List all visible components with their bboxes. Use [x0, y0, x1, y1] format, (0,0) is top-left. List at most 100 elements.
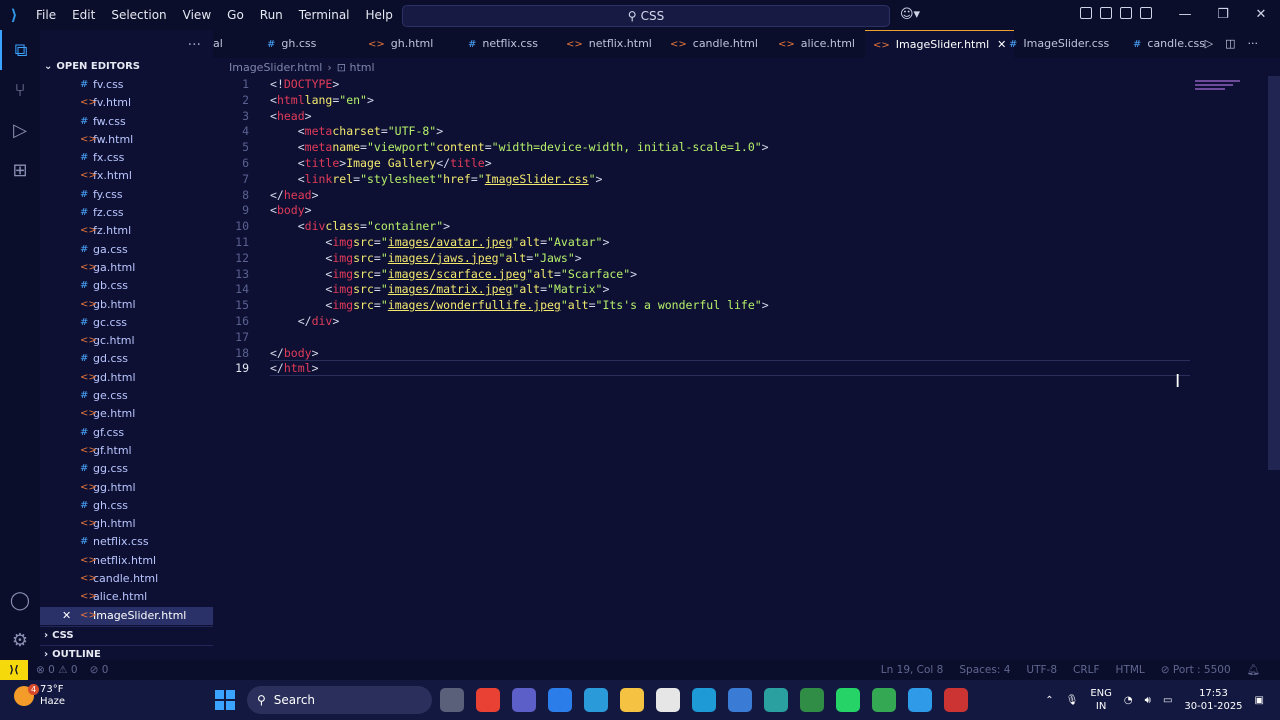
- geeksforgeeks-icon[interactable]: [800, 688, 824, 712]
- teams-icon[interactable]: [512, 688, 536, 712]
- open-editor-item[interactable]: # gg.css: [40, 460, 213, 478]
- open-editor-item[interactable]: <> fx.html: [40, 167, 213, 185]
- clock[interactable]: 17:53 30-01-2025: [1184, 687, 1242, 713]
- more-actions-icon[interactable]: ···: [188, 37, 201, 53]
- menu-item-help[interactable]: Help: [358, 0, 401, 30]
- open-editor-item[interactable]: <> netflix.html: [40, 552, 213, 570]
- task-view-icon[interactable]: [440, 688, 464, 712]
- code-editor[interactable]: 1 <!DOCTYPE> 2 <htmllang="en"> 3 <head> 4 <met…: [213, 76, 1268, 660]
- menu-item-edit[interactable]: Edit: [64, 0, 103, 30]
- remote-indicator-icon[interactable]: ⟩⟨: [0, 660, 28, 680]
- snipping-tool-icon[interactable]: [944, 688, 968, 712]
- open-editor-item[interactable]: # fz.css: [40, 204, 213, 222]
- menu-item-go[interactable]: Go: [219, 0, 252, 30]
- open-editor-item[interactable]: <> gb.html: [40, 296, 213, 314]
- live-server-port[interactable]: ⊘ Port : 5500: [1161, 660, 1231, 680]
- explorer-icon[interactable]: ⧉: [0, 30, 40, 70]
- menu-item-run[interactable]: Run: [252, 0, 291, 30]
- microphone-icon[interactable]: 🎙︎: [1066, 695, 1079, 706]
- editor-scrollbar[interactable]: [1268, 76, 1280, 470]
- wifi-icon[interactable]: ◔: [1124, 695, 1133, 706]
- minimize-icon[interactable]: —: [1166, 0, 1204, 30]
- notepad-icon[interactable]: [656, 688, 680, 712]
- split-editor-icon[interactable]: ◫: [1225, 30, 1235, 58]
- tab-candle-html[interactable]: <> candle.html: [670, 30, 758, 58]
- toggle-primary-sidebar-icon[interactable]: [1100, 7, 1112, 19]
- open-editor-item[interactable]: <> ge.html: [40, 405, 213, 423]
- tab-netflix-html[interactable]: <> netflix.html: [566, 30, 652, 58]
- file-explorer-icon[interactable]: [620, 688, 644, 712]
- whatsapp-icon[interactable]: [836, 688, 860, 712]
- menu-item-selection[interactable]: Selection: [103, 0, 174, 30]
- customize-layout-icon[interactable]: [1080, 7, 1092, 19]
- tab-candle-css[interactable]: # candle.css: [1133, 30, 1205, 58]
- notifications-bell-icon[interactable]: 🔔︎: [1247, 660, 1260, 680]
- menu-item-terminal[interactable]: Terminal: [291, 0, 358, 30]
- open-editor-item[interactable]: <> fv.html: [40, 94, 213, 112]
- open-editor-item[interactable]: # fx.css: [40, 149, 213, 167]
- close-window-icon[interactable]: ✕: [1242, 0, 1280, 30]
- minimap[interactable]: [1195, 78, 1245, 100]
- encoding[interactable]: UTF-8: [1026, 660, 1057, 680]
- weather-widget[interactable]: 4 73°F Haze: [14, 684, 65, 708]
- taskbar-search[interactable]: ⚲ Search: [247, 686, 432, 714]
- ports-indicator[interactable]: ⊘ 0: [90, 660, 109, 680]
- css-folder-header[interactable]: › CSS: [40, 626, 213, 645]
- tab-imageslider-css[interactable]: # ImageSlider.css: [1009, 30, 1109, 58]
- tab-netflix-css[interactable]: # netflix.css: [468, 30, 538, 58]
- open-editor-item[interactable]: <> gc.html: [40, 332, 213, 350]
- restore-icon[interactable]: ❐: [1204, 0, 1242, 30]
- edge-icon[interactable]: [692, 688, 716, 712]
- end-of-line[interactable]: CRLF: [1073, 660, 1100, 680]
- open-editor-item[interactable]: <> alice.html: [40, 588, 213, 606]
- chrome-icon[interactable]: [476, 688, 500, 712]
- volume-icon[interactable]: 🔊︎: [1145, 695, 1151, 706]
- open-editor-item[interactable]: # gf.css: [40, 424, 213, 442]
- source-control-icon[interactable]: ⑂: [0, 70, 40, 110]
- open-editor-item[interactable]: # ge.css: [40, 387, 213, 405]
- open-editor-item[interactable]: # fw.css: [40, 113, 213, 131]
- command-center-search[interactable]: ⚲ CSS: [402, 5, 890, 27]
- close-tab-icon[interactable]: ✕: [997, 38, 1006, 51]
- open-editors-header[interactable]: ⌄ OPEN EDITORS: [40, 58, 140, 76]
- copilot-app-icon[interactable]: [548, 688, 572, 712]
- open-editor-item[interactable]: <> fw.html: [40, 131, 213, 149]
- notification-center-icon[interactable]: ▣: [1255, 695, 1264, 706]
- open-editor-item[interactable]: # gd.css: [40, 350, 213, 368]
- open-editor-item[interactable]: <> candle.html: [40, 570, 213, 588]
- indentation[interactable]: Spaces: 4: [959, 660, 1010, 680]
- problems-indicator[interactable]: ⊗ 0 ⚠ 0: [36, 660, 78, 680]
- open-editor-item[interactable]: <> gh.html: [40, 515, 213, 533]
- copilot-icon[interactable]: ☺▾: [900, 7, 920, 22]
- extensions-icon[interactable]: ⊞: [0, 150, 40, 190]
- open-editor-item[interactable]: # gh.css: [40, 497, 213, 515]
- app-icon[interactable]: [764, 688, 788, 712]
- battery-icon[interactable]: ▭: [1163, 695, 1172, 706]
- open-editor-item[interactable]: # fv.css: [40, 76, 213, 94]
- tab-gh-html[interactable]: <> gh.html: [368, 30, 433, 58]
- menu-item-view[interactable]: View: [175, 0, 219, 30]
- open-editor-item[interactable]: <> ga.html: [40, 259, 213, 277]
- open-editor-item[interactable]: <> gg.html: [40, 479, 213, 497]
- open-editor-item[interactable]: # gb.css: [40, 277, 213, 295]
- input-language[interactable]: ENG IN: [1090, 687, 1112, 713]
- run-debug-icon[interactable]: ▷: [0, 110, 40, 150]
- toggle-secondary-sidebar-icon[interactable]: [1140, 7, 1152, 19]
- tab-imageslider-html[interactable]: <> ImageSlider.html ✕: [865, 30, 1015, 58]
- close-editor-icon[interactable]: ✕: [62, 607, 71, 625]
- open-editor-item[interactable]: # gc.css: [40, 314, 213, 332]
- windows-start-icon[interactable]: [215, 690, 235, 710]
- tab-al[interactable]: al: [213, 30, 223, 58]
- breadcrumb-file[interactable]: ImageSlider.html: [229, 61, 322, 74]
- vscode-taskbar-icon[interactable]: [908, 688, 932, 712]
- open-editor-item[interactable]: <> gf.html: [40, 442, 213, 460]
- open-editor-item[interactable]: # netflix.css: [40, 533, 213, 551]
- run-icon[interactable]: ▷: [1205, 30, 1213, 58]
- toggle-panel-icon[interactable]: [1120, 7, 1132, 19]
- menu-item-file[interactable]: File: [28, 0, 64, 30]
- open-editor-item[interactable]: <> fz.html: [40, 222, 213, 240]
- tab-gh-css[interactable]: # gh.css: [267, 30, 316, 58]
- chrome-profile-icon[interactable]: [872, 688, 896, 712]
- store-icon[interactable]: [728, 688, 752, 712]
- open-editor-item[interactable]: # ga.css: [40, 241, 213, 259]
